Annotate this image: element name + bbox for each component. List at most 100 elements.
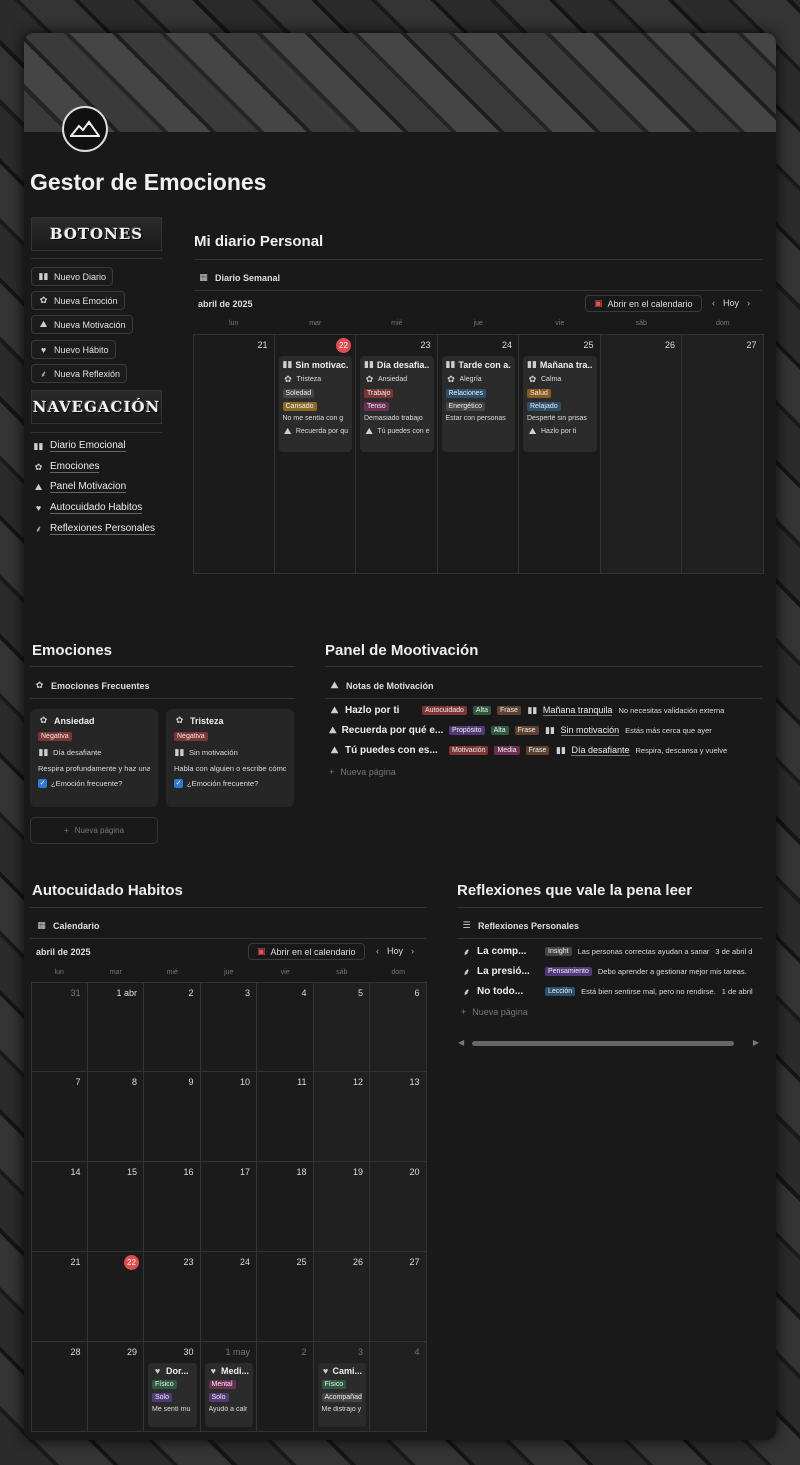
new-page-button[interactable]: + Nueva página <box>461 1007 528 1017</box>
day-cell[interactable]: 12 <box>313 1072 370 1162</box>
day-cell[interactable]: 22 <box>87 1252 144 1342</box>
frequent-checkbox-row[interactable]: ✓ ¿Emoción frecuente? <box>38 779 150 788</box>
motivation-row[interactable]: ⛰ Tú puedes con es... Motivación Media Frase… <box>329 745 762 756</box>
emotion-diary-link[interactable]: ▮▮ Sin motivación <box>174 747 286 758</box>
emotion-text: Calma <box>541 376 562 383</box>
chevron-left-icon[interactable]: ‹ <box>712 298 715 308</box>
divider <box>194 259 762 260</box>
nav-link-label: Autocuidado Habitos <box>50 502 143 514</box>
today-button[interactable]: Hoy <box>387 946 403 956</box>
day-cell[interactable]: 21 <box>193 334 275 574</box>
page-title: Gestor de Emociones <box>30 169 267 195</box>
day-cell[interactable]: 19 <box>313 1162 370 1252</box>
day-cell[interactable]: 21 <box>31 1252 88 1342</box>
diary-entry-card[interactable]: ▮▮ Mañana tra... ✿ Calma Salud Relajado Desper… <box>523 356 597 452</box>
day-cell[interactable]: 31 <box>31 982 88 1072</box>
day-cell[interactable]: 9 <box>144 1072 201 1162</box>
day-cell[interactable]: 26 <box>313 1252 370 1342</box>
day-cell[interactable]: 2 <box>257 1342 314 1432</box>
day-cell[interactable]: 2 <box>144 982 201 1072</box>
chevron-left-icon[interactable]: ‹ <box>376 946 379 956</box>
reflection-row[interactable]: ⸙ No todo... Lección Está bien sentirse mal… <box>461 985 762 998</box>
scroll-right-icon[interactable]: ▶ <box>753 1038 759 1047</box>
day-cell[interactable]: 13 <box>370 1072 427 1162</box>
day-cell[interactable]: 5 <box>313 982 370 1072</box>
tag: Relaciones <box>445 389 487 398</box>
view-tab-motivacion[interactable]: ⛰ Notas de Motivación <box>329 680 434 691</box>
motivation-row[interactable]: ⛰ Recuerda por qué e... Propósito Alta Frase… <box>329 725 762 736</box>
open-calendar-button[interactable]: ▣ Abrir en el calendario <box>585 295 702 312</box>
emotion-card[interactable]: ✿ Ansiedad Negativa ▮▮ Día desafiante Respira… <box>30 709 158 807</box>
nuevo-habito-button[interactable]: ♥ Nuevo Hábito <box>31 340 116 359</box>
day-number: 8 <box>131 1077 137 1087</box>
view-tab-emociones[interactable]: ✿ Emociones Frecuentes <box>34 680 150 691</box>
day-cell[interactable]: 23 <box>144 1252 201 1342</box>
day-cell[interactable]: 15 <box>87 1162 144 1252</box>
diary-entry-card[interactable]: ▮▮ Tarde con a... ✿ Alegría Relaciones Energé… <box>441 356 515 452</box>
day-cell[interactable]: 8 <box>87 1072 144 1162</box>
day-cell[interactable]: 18 <box>257 1162 314 1252</box>
habit-entry-card[interactable]: ♥ Medi... Mental Solo Ayudó a calr <box>204 1363 253 1427</box>
reflection-row[interactable]: ⸙ La comp... Insight Las personas correctas… <box>461 945 762 958</box>
day-cell[interactable]: 4 <box>257 982 314 1072</box>
horizontal-scrollbar[interactable]: ◀ ▶ <box>458 1038 763 1048</box>
day-cell[interactable]: 26 <box>600 334 682 574</box>
reflection-row[interactable]: ⸙ La presió... Pensamiento Debo aprender a … <box>461 965 762 978</box>
day-cell[interactable]: 16 <box>144 1162 201 1252</box>
today-button[interactable]: Hoy <box>723 298 739 308</box>
new-page-button[interactable]: + Nueva página <box>329 767 396 777</box>
view-tab-calendario[interactable]: ▦ Calendario <box>36 920 99 931</box>
emotion-diary-link[interactable]: ▮▮ Día desafiante <box>38 747 150 758</box>
habit-entry-card[interactable]: ♥ Cami... Físico Acompañad Me distrajo y <box>317 1363 366 1427</box>
checkbox-checked-icon[interactable]: ✓ <box>38 779 47 788</box>
nueva-motivacion-button[interactable]: ⛰ Nueva Motivación <box>31 315 133 334</box>
open-calendar-button[interactable]: ▣ Abrir en el calendario <box>248 943 365 960</box>
nav-diario-emocional[interactable]: ▮▮ Diario Emocional <box>33 440 126 452</box>
day-cell[interactable]: 25 <box>257 1252 314 1342</box>
chevron-right-icon[interactable]: › <box>747 298 750 308</box>
day-cell[interactable]: 17 <box>200 1162 257 1252</box>
entry-motivation-link[interactable]: ⛰ Recuerda por qu <box>283 426 348 437</box>
nueva-emocion-button[interactable]: ✿ Nueva Emoción <box>31 291 125 310</box>
calendar-icon: ▣ <box>257 946 266 956</box>
habit-entry-card[interactable]: ♥ Dor... Físico Solo Me sentí mu <box>148 1363 197 1427</box>
day-cell[interactable]: 29 <box>87 1342 144 1432</box>
day-cell[interactable]: 4 <box>370 1342 427 1432</box>
diary-relation[interactable]: ▮▮ Mañana tranquila <box>527 705 613 716</box>
checkbox-checked-icon[interactable]: ✓ <box>174 779 183 788</box>
nuevo-diario-button[interactable]: ▮▮ Nuevo Diario <box>31 267 114 286</box>
chevron-right-icon[interactable]: › <box>411 946 414 956</box>
day-cell[interactable]: 28 <box>31 1342 88 1432</box>
new-page-button[interactable]: + Nueva página <box>30 817 158 844</box>
view-tab-reflexiones[interactable]: ☰ Reflexiones Personales <box>461 920 579 931</box>
day-cell[interactable]: 7 <box>31 1072 88 1162</box>
day-cell[interactable]: 11 <box>257 1072 314 1162</box>
diary-entry-card[interactable]: ▮▮ Sin motivac... ✿ Tristeza Soledad Cansado N… <box>278 356 352 452</box>
entry-motivation-link[interactable]: ⛰ Tú puedes con e <box>364 426 429 437</box>
day-cell[interactable]: 14 <box>31 1162 88 1252</box>
entry-motivation-link[interactable]: ⛰ Hazlo por ti <box>527 426 593 437</box>
scroll-left-icon[interactable]: ◀ <box>458 1038 464 1047</box>
emotion-card[interactable]: ✿ Tristeza Negativa ▮▮ Sin motivación Habla c… <box>166 709 294 807</box>
day-cell[interactable]: 10 <box>200 1072 257 1162</box>
day-cell[interactable]: 24 <box>200 1252 257 1342</box>
diary-relation[interactable]: ▮▮ Sin motivación <box>545 725 620 736</box>
scrollbar-thumb[interactable] <box>472 1041 734 1046</box>
day-cell[interactable]: 27 <box>682 334 764 574</box>
diary-entry-card[interactable]: ▮▮ Día desafia... ✿ Ansiedad Trabajo Tenso Dem… <box>360 356 434 452</box>
day-cell[interactable]: 1 abr <box>87 982 144 1072</box>
nav-emociones[interactable]: ✿ Emociones <box>33 461 100 473</box>
diary-relation[interactable]: ▮▮ Día desafiante <box>555 745 630 756</box>
day-cell[interactable]: 6 <box>370 982 427 1072</box>
climber-icon: ⛰ <box>283 426 292 436</box>
nueva-reflexion-button[interactable]: ⸙ Nueva Reflexión <box>31 364 128 383</box>
day-cell[interactable]: 20 <box>370 1162 427 1252</box>
day-cell[interactable]: 3 <box>200 982 257 1072</box>
nav-panel-motivacion[interactable]: ⛰ Panel Motivacion <box>33 481 127 493</box>
day-cell[interactable]: 27 <box>370 1252 427 1342</box>
nav-reflexiones-personales[interactable]: ⸙ Reflexiones Personales <box>33 522 156 535</box>
motivation-row[interactable]: ⛰ Hazlo por ti Autocuidado Alta Frase ▮▮ Mañan… <box>329 705 762 716</box>
nav-autocuidado-habitos[interactable]: ♥ Autocuidado Habitos <box>33 502 143 514</box>
frequent-checkbox-row[interactable]: ✓ ¿Emoción frecuente? <box>174 779 286 788</box>
view-tab-diario[interactable]: ▦ Diario Semanal <box>198 272 280 283</box>
